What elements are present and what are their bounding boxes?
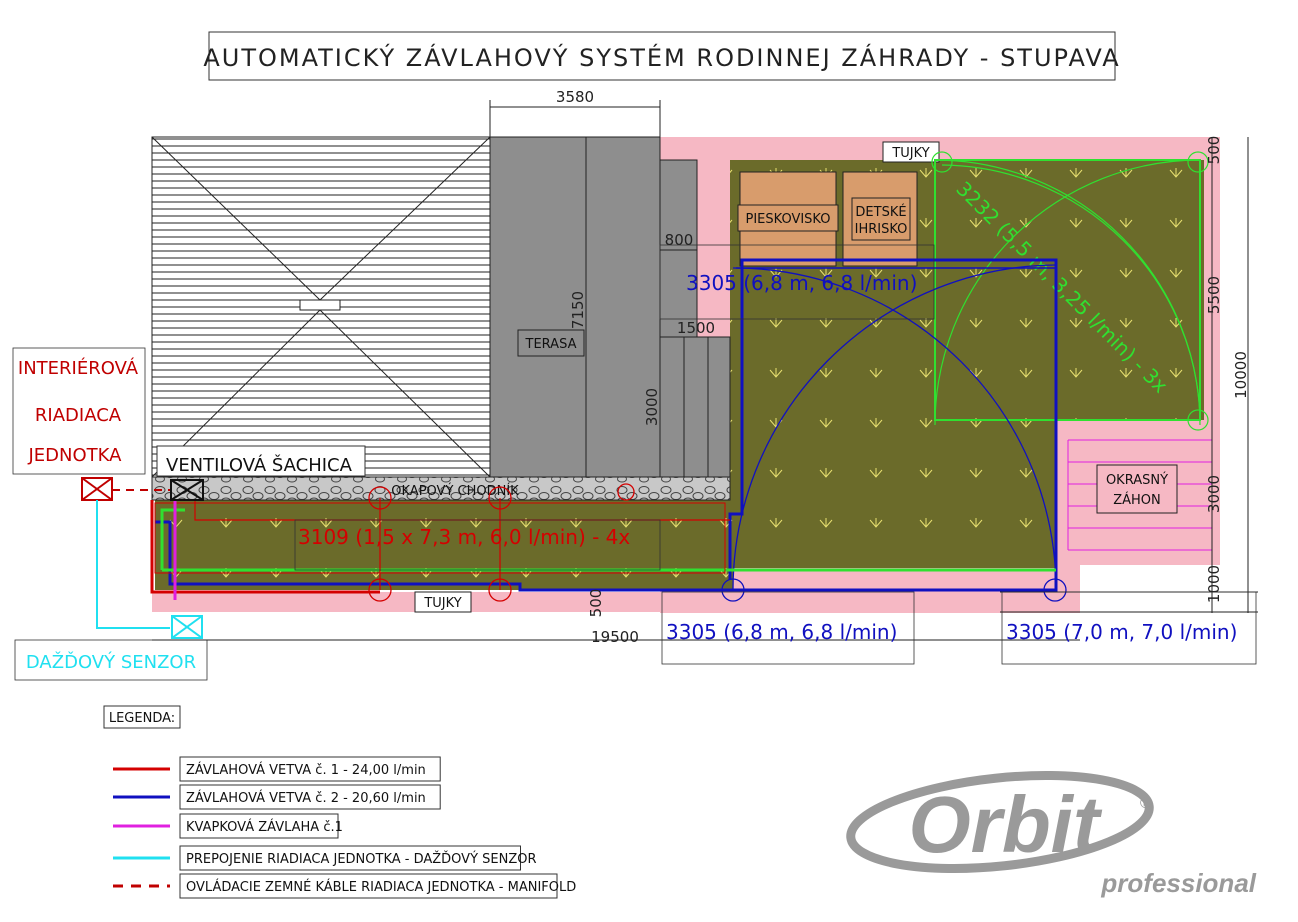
logo-brand: Orbit bbox=[908, 780, 1102, 869]
blue-sprinkler-upper-label: 3305 (6,8 m, 6,8 l/min) bbox=[686, 271, 917, 295]
bottom-thuja-strip bbox=[152, 592, 660, 612]
dim-right-top: 500 bbox=[1205, 136, 1223, 165]
rain-sensor-icon bbox=[171, 615, 203, 639]
sandbox-label: PIESKOVISKO bbox=[746, 212, 831, 227]
dim-terrace-depth: 7150 bbox=[569, 291, 587, 329]
controller-label-2: RIADIACA bbox=[35, 405, 122, 426]
gravel-path-label: OKAPOVÝ CHODNÍK bbox=[391, 483, 519, 499]
valve-box-label: VENTILOVÁ ŠACHICA bbox=[166, 454, 353, 476]
logo-registered: ® bbox=[1140, 795, 1152, 812]
legend-label-2: ZÁVLAHOVÁ VETVA č. 2 - 20,60 l/min bbox=[186, 790, 426, 806]
rain-sensor-label: DAŽĎOVÝ SENZOR bbox=[26, 651, 196, 673]
blue-sprinkler-lower-label: 3305 (6,8 m, 6,8 l/min) bbox=[666, 620, 897, 644]
controller-label-3: JEDNOTKA bbox=[28, 445, 123, 466]
legend-label-4: PREPOJENIE RIADIACA JEDNOTKA - DAŽĎOVÝ S… bbox=[186, 851, 537, 867]
ornamental-label-2: ZÁHON bbox=[1113, 492, 1161, 508]
page-title: AUTOMATICKÝ ZÁVLAHOVÝ SYSTÉM RODINNEJ ZÁ… bbox=[203, 43, 1120, 72]
legend-label-1: ZÁVLAHOVÁ VETVA č. 1 - 24,00 l/min bbox=[186, 762, 426, 778]
site-plan: AUTOMATICKÝ ZÁVLAHOVÝ SYSTÉM RODINNEJ ZÁ… bbox=[12, 31, 1258, 899]
stairs bbox=[659, 336, 731, 478]
dim-right-upper: 5500 bbox=[1205, 276, 1223, 314]
legend-label-3: KVAPKOVÁ ZÁVLAHA č.1 bbox=[186, 819, 343, 835]
dim-step: 800 bbox=[665, 231, 694, 249]
logo-sub: professional bbox=[1100, 868, 1256, 898]
red-sprinkler-label: 3109 (1,5 x 7,3 m, 6,0 l/min) - 4x bbox=[298, 525, 630, 549]
dim-right-lower: 3000 bbox=[1205, 475, 1223, 513]
thuja-bottom-label: TUJKY bbox=[423, 596, 461, 611]
legend-title: LEGENDA: bbox=[109, 711, 175, 726]
controller-label-1: INTERIÉROVÁ bbox=[18, 357, 139, 379]
legend: ZÁVLAHOVÁ VETVA č. 1 - 24,00 l/min ZÁVLAH… bbox=[113, 756, 576, 899]
dim-bottom-strip: 500 bbox=[587, 589, 605, 618]
playground-label-1: DETSKÉ bbox=[855, 204, 906, 220]
dim-total-depth: 10000 bbox=[1232, 351, 1250, 399]
dim-right-bottom: 1000 bbox=[1205, 565, 1223, 603]
thuja-top-label: TUJKY bbox=[891, 146, 929, 161]
terrace-label: TERASA bbox=[525, 337, 577, 352]
legend-label-5: OVLÁDACIE ZEMNÉ KÁBLE RIADIACA JEDNOTKA … bbox=[186, 879, 576, 895]
dim-terrace-width: 3580 bbox=[556, 88, 594, 106]
ornamental-label-1: OKRASNÝ bbox=[1106, 472, 1168, 488]
playground-label-2: IHRISKO bbox=[855, 222, 908, 237]
dim-stairs-width: 1500 bbox=[677, 319, 715, 337]
dim-stairs-length: 3000 bbox=[643, 388, 661, 426]
dim-total-length: 19500 bbox=[591, 628, 639, 646]
controller-icon bbox=[81, 477, 113, 501]
orbit-logo: Orbit ® professional bbox=[846, 771, 1257, 898]
blue-sprinkler-right-label: 3305 (7,0 m, 7,0 l/min) bbox=[1006, 620, 1237, 644]
